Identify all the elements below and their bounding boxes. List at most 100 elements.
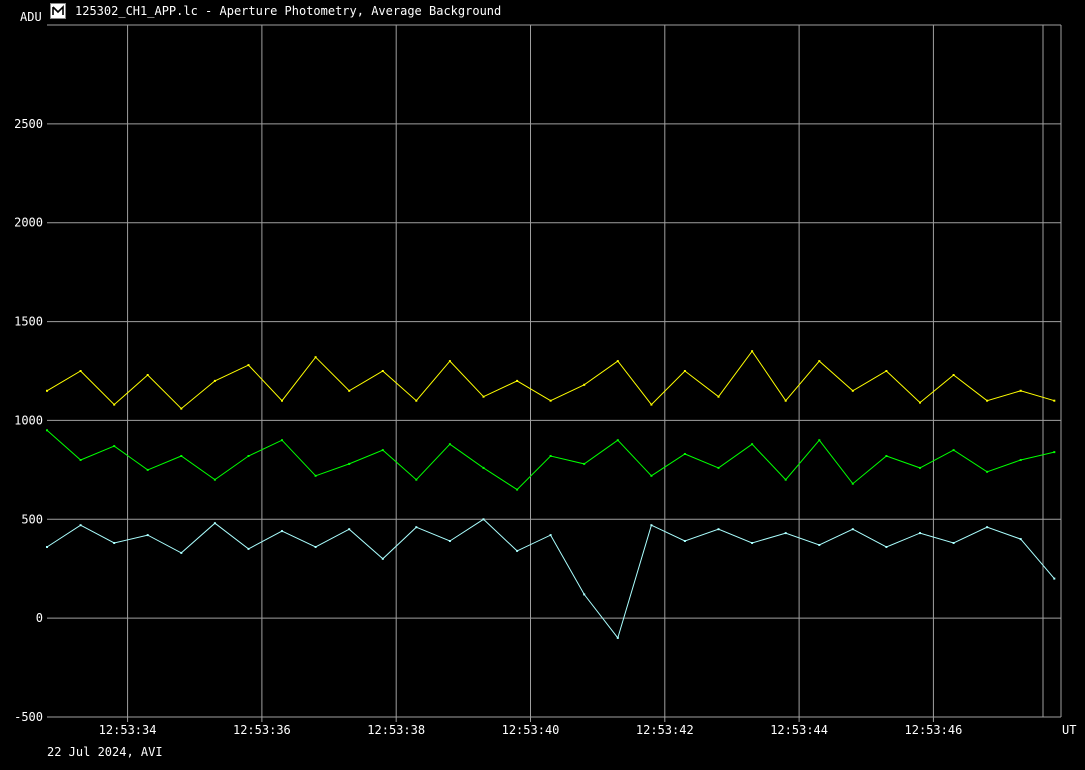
x-tick-label: 12:53:38 — [367, 723, 425, 737]
data-point — [381, 370, 384, 372]
data-point — [1053, 399, 1056, 402]
data-point — [885, 546, 888, 548]
data-point — [113, 403, 116, 406]
y-tick-label: 500 — [21, 512, 43, 526]
data-point — [79, 370, 82, 372]
data-point — [482, 395, 485, 398]
data-point — [717, 466, 720, 469]
data-point — [482, 518, 485, 521]
data-point — [919, 532, 921, 535]
data-point — [683, 453, 686, 455]
data-point — [79, 524, 82, 527]
data-point — [650, 524, 653, 527]
data-point — [281, 530, 283, 533]
data-point — [919, 466, 921, 469]
data-point — [784, 478, 787, 481]
data-point — [79, 459, 82, 461]
data-point — [415, 526, 418, 529]
data-point — [247, 455, 250, 457]
data-point — [381, 557, 384, 560]
data-point — [986, 470, 989, 473]
data-point — [986, 399, 989, 402]
data-point — [180, 551, 183, 554]
x-tick-label: 12:53:36 — [233, 723, 291, 737]
data-point — [180, 407, 183, 410]
data-point — [784, 399, 787, 402]
y-tick-label: 2500 — [14, 117, 43, 131]
data-point — [952, 449, 955, 452]
x-axis-label: UT — [1062, 723, 1076, 737]
x-tick-label: 12:53:40 — [502, 723, 560, 737]
series-2 — [46, 518, 1056, 639]
data-point — [247, 547, 250, 550]
data-point — [784, 532, 787, 535]
y-tick-label: -500 — [14, 710, 43, 724]
y-tick-label: 1000 — [14, 413, 43, 427]
data-point — [1019, 459, 1022, 461]
data-point — [616, 360, 619, 363]
data-point — [281, 399, 283, 402]
data-point — [213, 379, 216, 382]
data-point — [348, 528, 351, 531]
data-point — [46, 546, 48, 548]
data-point — [818, 360, 821, 363]
x-tick-label: 12:53:42 — [636, 723, 694, 737]
light-curve-chart: -500 0 500 1000 1500 2000 2500 12:53:34 12:53:36… — [14, 10, 1076, 737]
data-point — [348, 462, 351, 465]
data-point — [448, 443, 451, 446]
data-point — [549, 534, 552, 537]
data-point — [516, 549, 519, 552]
data-point — [818, 544, 821, 546]
data-point — [751, 443, 754, 446]
data-point — [851, 389, 854, 392]
data-point — [683, 540, 686, 542]
data-point — [751, 542, 754, 544]
data-point — [583, 462, 586, 465]
data-point — [113, 542, 116, 544]
series-1 — [46, 429, 1056, 491]
data-point — [247, 364, 250, 367]
date-label: 22 Jul 2024, AVI — [47, 745, 163, 759]
data-point — [415, 399, 418, 402]
data-point — [348, 389, 351, 392]
data-point — [213, 522, 216, 525]
data-point — [650, 474, 653, 477]
data-point — [1053, 451, 1056, 454]
data-point — [683, 370, 686, 372]
data-point — [146, 468, 149, 471]
series-line — [46, 429, 1055, 491]
data-point — [986, 526, 989, 529]
data-point — [415, 478, 418, 481]
data-point — [583, 593, 586, 596]
y-tick-label: 1500 — [14, 315, 43, 329]
data-point — [113, 445, 116, 448]
data-point — [885, 455, 888, 457]
data-point — [885, 370, 888, 372]
data-point — [919, 401, 921, 404]
data-point — [549, 399, 552, 402]
data-point — [482, 466, 485, 469]
y-tick-label: 2000 — [14, 216, 43, 230]
data-point — [314, 546, 317, 548]
data-point — [616, 636, 619, 639]
data-point — [1019, 538, 1022, 541]
data-point — [516, 488, 519, 491]
data-point — [448, 360, 451, 363]
data-point — [381, 449, 384, 452]
data-point — [1053, 577, 1056, 580]
x-tick-label: 12:53:46 — [905, 723, 963, 737]
data-point — [851, 482, 854, 485]
data-point — [314, 356, 317, 359]
data-point — [549, 455, 552, 457]
x-tick-label: 12:53:34 — [99, 723, 157, 737]
data-point — [281, 439, 283, 442]
data-point — [751, 350, 754, 353]
x-tick-label: 12:53:44 — [770, 723, 828, 737]
series-0 — [46, 350, 1056, 410]
data-point — [180, 455, 183, 457]
y-tick-label: 0 — [36, 611, 43, 625]
data-point — [583, 383, 586, 386]
data-point — [952, 542, 955, 544]
data-point — [616, 439, 619, 442]
data-point — [952, 374, 955, 376]
